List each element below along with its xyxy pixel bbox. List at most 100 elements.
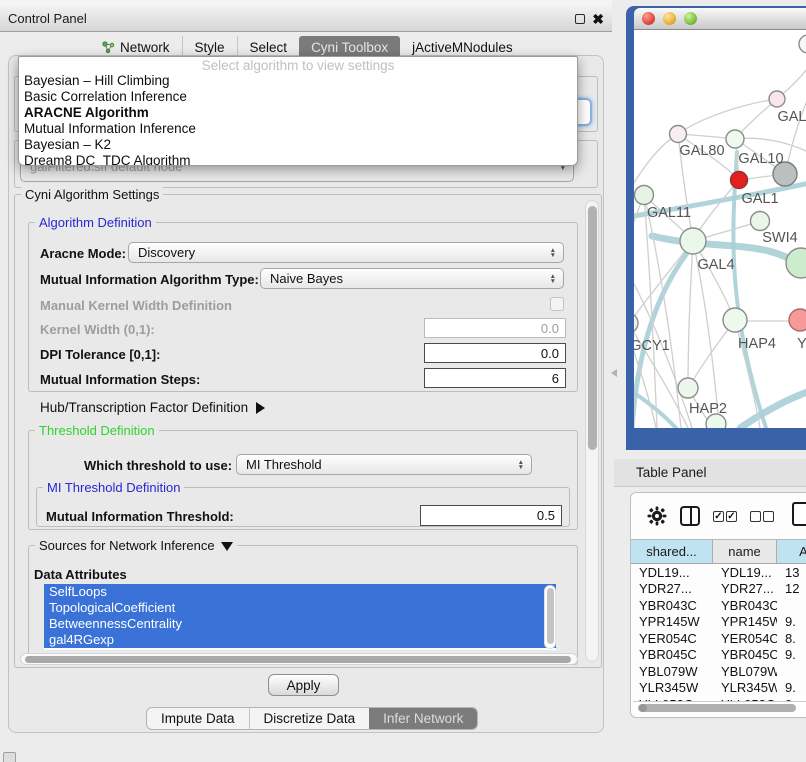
network-window-titlebar[interactable]	[634, 8, 806, 30]
close-window-icon[interactable]	[642, 12, 655, 25]
network-edge[interactable]	[634, 134, 678, 186]
mi-steps-value: 6	[552, 371, 559, 386]
splitter-handle-icon[interactable]	[611, 369, 617, 377]
table-row[interactable]: YPR145WYPR145W9.	[631, 614, 806, 631]
table-row[interactable]: YER054CYER054C8.	[631, 630, 806, 647]
attribute-list-item[interactable]: TopologicalCoefficient	[44, 600, 556, 616]
tab-cyni-toolbox[interactable]: Cyni Toolbox	[299, 36, 400, 58]
minimized-panel-icon[interactable]	[3, 752, 16, 762]
data-attributes-list[interactable]: SelfLoopsTopologicalCoefficientBetweenne…	[44, 584, 556, 650]
table-cell: YBL079W	[713, 663, 777, 680]
network-node[interactable]	[726, 130, 744, 148]
network-node[interactable]	[678, 378, 698, 398]
mi-algorithm-type-label: Mutual Information Algorithm Type:	[40, 272, 259, 287]
table-horizontal-scrollbar[interactable]	[633, 701, 806, 713]
tab-select[interactable]: Select	[237, 36, 300, 58]
network-node[interactable]	[751, 212, 770, 231]
mi-steps-field[interactable]: 6	[424, 368, 566, 388]
network-edge[interactable]	[678, 99, 777, 134]
network-node-label: GAL11	[647, 205, 691, 221]
kernel-width-field[interactable]: 0.0	[424, 318, 566, 338]
tab-impute-data[interactable]: Impute Data	[147, 708, 249, 729]
split-columns-icon[interactable]	[680, 506, 700, 526]
algorithm-option[interactable]: Dream8 DC_TDC Algorithm	[19, 153, 577, 166]
settings-vertical-scrollbar[interactable]	[585, 200, 599, 662]
mi-threshold-field[interactable]: 0.5	[420, 505, 562, 526]
tab-infer-network[interactable]: Infer Network	[369, 708, 477, 729]
column-header[interactable]: name	[713, 540, 777, 563]
table-cell: 9.	[777, 680, 806, 697]
attribute-list-item[interactable]: SelfLoops	[44, 584, 556, 600]
network-node[interactable]	[680, 228, 706, 254]
table-row[interactable]: YBL079WYBL079W	[631, 663, 806, 680]
network-edge[interactable]	[688, 241, 693, 388]
tab-style[interactable]: Style	[182, 36, 237, 58]
minimize-window-icon[interactable]	[663, 12, 676, 25]
collapsed-arrow-icon	[256, 402, 265, 414]
network-canvas[interactable]: GALGAL80GAL10GAL1GAL11SWI4GAL4GCY1HAP4YH…	[634, 30, 806, 428]
kernel-width-label: Kernel Width (0,1):	[40, 322, 155, 337]
manual-kernel-width-checkbox[interactable]	[550, 297, 564, 311]
network-edge[interactable]	[735, 138, 806, 152]
algorithm-option[interactable]: Mutual Information Inference	[19, 121, 577, 137]
select-all-checks-icon[interactable]: ✓✓	[713, 511, 737, 522]
hub-definition-label: Hub/Transcription Factor Definition	[40, 400, 248, 415]
table-cell: 13	[777, 564, 806, 581]
network-node[interactable]	[670, 126, 687, 143]
network-node-label: GAL10	[738, 151, 783, 167]
column-header[interactable]: shared...	[631, 540, 713, 563]
network-node[interactable]	[769, 91, 785, 107]
which-threshold-combobox[interactable]: MI Threshold ▲▼	[236, 454, 532, 475]
page-icon[interactable]	[792, 502, 806, 526]
table-row[interactable]: YDR27...YDR27...12	[631, 581, 806, 598]
network-node[interactable]	[723, 308, 747, 332]
gear-icon[interactable]	[647, 506, 667, 526]
tab-network[interactable]: Network	[90, 36, 182, 58]
network-edge[interactable]	[740, 391, 806, 428]
settings-horizontal-scrollbar[interactable]	[20, 653, 578, 665]
network-node-label: GAL	[777, 109, 806, 125]
stepper-arrows-icon: ▲▼	[550, 248, 556, 258]
aracne-mode-combobox[interactable]: Discovery ▲▼	[128, 242, 564, 263]
table-cell: YLR345W	[713, 680, 777, 697]
table-row[interactable]: YDL19...YDL19...13	[631, 564, 806, 581]
float-panel-icon[interactable]	[575, 14, 585, 24]
table-row[interactable]: YLR345WYLR345W9.	[631, 680, 806, 697]
network-node[interactable]	[786, 248, 806, 278]
algorithm-dropdown-popup: Select algorithm to view settings Bayesi…	[18, 56, 578, 166]
network-node[interactable]	[789, 309, 806, 331]
mi-algorithm-type-combobox[interactable]: Naive Bayes ▲▼	[260, 268, 564, 289]
deselect-checks-icon[interactable]	[750, 511, 774, 522]
network-node[interactable]	[634, 313, 638, 333]
attribute-list-item[interactable]: gal4RGexp	[44, 632, 556, 648]
close-panel-icon[interactable]: ✖	[592, 14, 604, 24]
tab-discretize-data[interactable]: Discretize Data	[249, 708, 370, 729]
algorithm-option[interactable]: Bayesian – K2	[19, 137, 577, 153]
hub-definition-toggle[interactable]: Hub/Transcription Factor Definition	[40, 400, 265, 415]
table-header-row: shared...nameA	[631, 539, 806, 564]
zoom-window-icon[interactable]	[684, 12, 697, 25]
mi-threshold-value: 0.5	[537, 508, 555, 523]
column-header[interactable]: A	[777, 540, 806, 563]
control-panel-tabs: NetworkStyleSelectCyni ToolboxjActiveMNo…	[90, 36, 525, 58]
network-node[interactable]	[799, 35, 806, 53]
network-node[interactable]	[731, 172, 748, 189]
attribute-list-item[interactable]: BetweennessCentrality	[44, 616, 556, 632]
table-cell: YER054C	[631, 630, 713, 647]
mi-steps-label: Mutual Information Steps:	[40, 372, 200, 387]
table-row[interactable]: YBR043CYBR043C	[631, 597, 806, 614]
algorithm-option[interactable]: Bayesian – Hill Climbing	[19, 73, 577, 89]
network-edge[interactable]	[634, 241, 693, 322]
dpi-tolerance-field[interactable]: 0.0	[424, 343, 566, 363]
algorithm-option[interactable]: ARACNE Algorithm	[19, 105, 577, 121]
network-edge[interactable]	[644, 195, 681, 428]
network-node-label: GAL1	[741, 191, 778, 207]
attributes-vertical-scrollbar[interactable]	[544, 585, 556, 649]
network-node[interactable]	[635, 186, 654, 205]
algorithm-option[interactable]: Basic Correlation Inference	[19, 89, 577, 105]
table-cell: YBL079W	[631, 663, 713, 680]
table-row[interactable]: YBR045CYBR045C9.	[631, 647, 806, 664]
tab-jactivemnodules[interactable]: jActiveMNodules	[400, 36, 525, 58]
apply-button[interactable]: Apply	[268, 674, 339, 696]
sources-title[interactable]: Sources for Network Inference	[35, 538, 237, 553]
